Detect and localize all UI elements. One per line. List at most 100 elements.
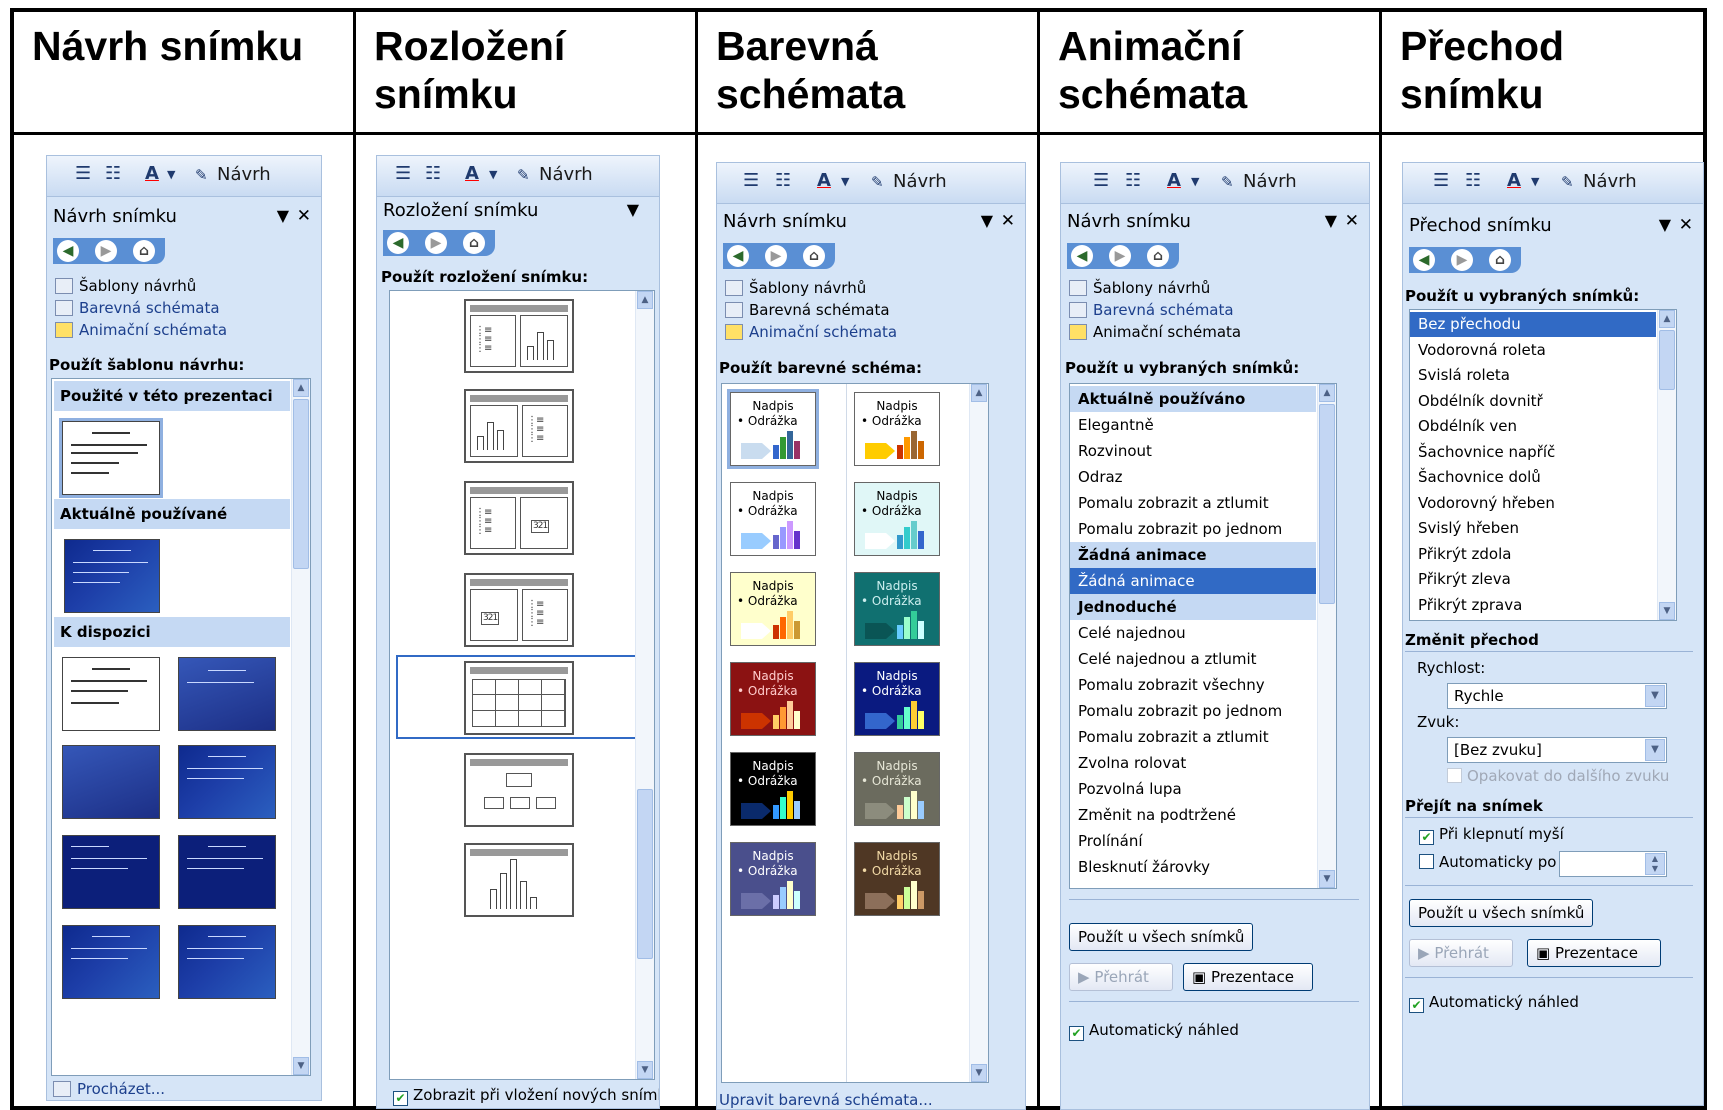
template-thumbnail[interactable]	[62, 925, 160, 999]
list-item[interactable]: Změnit na podtržené	[1070, 802, 1316, 828]
link-animation-schemes[interactable]: Animační schémata	[725, 323, 897, 341]
home-icon[interactable]: ⌂	[133, 240, 155, 262]
template-thumbnail[interactable]	[178, 657, 276, 731]
template-thumbnail[interactable]	[59, 418, 163, 498]
spinner-arrows-icon[interactable]: ▲ ▼	[1645, 853, 1665, 875]
list-item[interactable]: Šachovnice napříč	[1410, 440, 1656, 465]
link-design-templates[interactable]: Šablony návrhů	[1069, 279, 1210, 297]
browse-link[interactable]: Procházet...	[53, 1080, 165, 1098]
list-item[interactable]: Obdélník dovnitř	[1410, 389, 1656, 414]
scroll-thumb[interactable]	[1659, 330, 1675, 390]
color-scheme-thumbnail[interactable]: Nadpis • Odrážka	[854, 752, 940, 826]
autopreview-checkbox[interactable]: ✔ Automatický náhled	[1069, 1021, 1239, 1041]
scroll-up-icon[interactable]: ▲	[293, 379, 309, 397]
home-icon[interactable]: ⌂	[463, 232, 485, 254]
forward-icon[interactable]: ▶	[1109, 245, 1131, 267]
auto-after-checkbox[interactable]: Automaticky po	[1419, 853, 1556, 871]
list-item[interactable]: Přikrýt zleva	[1410, 567, 1656, 592]
list-item[interactable]: Pomalu zobrazit všechny	[1070, 672, 1316, 698]
chevron-down-icon[interactable]: ▼	[841, 175, 849, 188]
layout-text-media[interactable]: ⋮≡ ⋮≡ ⋮≡ 321	[464, 481, 574, 555]
checkbox-icon[interactable]: ✔	[1409, 998, 1424, 1013]
design-toolbar-button[interactable]: Návrh	[893, 171, 947, 192]
close-icon[interactable]: ✕	[1679, 215, 1693, 235]
pane-menu-icon[interactable]: ▼	[1325, 211, 1337, 230]
color-scheme-thumbnail[interactable]: Nadpis • Odrážka	[854, 662, 940, 736]
font-color-icon[interactable]: A	[145, 163, 159, 184]
vertical-scrollbar[interactable]: ▲ ▼	[1657, 310, 1676, 620]
slideshow-button[interactable]: ▣ Prezentace	[1527, 939, 1661, 967]
scroll-up-icon[interactable]: ▲	[1659, 310, 1675, 328]
list-item[interactable]: Vodorovný hřeben	[1410, 491, 1656, 516]
font-color-icon[interactable]: A	[1167, 170, 1181, 191]
increase-indent-icon[interactable]: ☷	[1125, 170, 1141, 191]
scroll-down-icon[interactable]: ▼	[971, 1064, 987, 1082]
play-button[interactable]: ▶ Přehrát	[1069, 963, 1173, 991]
link-animation-schemes[interactable]: Animační schémata	[55, 321, 227, 339]
decrease-indent-icon[interactable]: ☰	[75, 163, 91, 184]
link-design-templates[interactable]: Šablony návrhů	[725, 279, 866, 297]
list-item[interactable]: Celé najednou	[1070, 620, 1316, 646]
scroll-down-icon[interactable]: ▼	[637, 1061, 653, 1079]
scroll-down-icon[interactable]: ▼	[293, 1057, 309, 1075]
chevron-down-icon[interactable]: ▼	[167, 168, 175, 181]
decrease-indent-icon[interactable]: ☰	[743, 170, 759, 191]
layout-chart[interactable]	[464, 843, 574, 917]
layout-media-text[interactable]: 321 ⋮≡ ⋮≡ ⋮≡	[464, 573, 574, 647]
on-click-checkbox[interactable]: ✔ Při klepnutí myší	[1419, 825, 1564, 845]
list-item[interactable]: Přikrýt zdola	[1410, 542, 1656, 567]
color-scheme-thumbnail[interactable]: Nadpis • Odrážka	[854, 842, 940, 916]
layout-table[interactable]	[464, 661, 574, 735]
chevron-down-icon[interactable]: ▼	[1645, 685, 1665, 707]
vertical-scrollbar[interactable]: ▲ ▼	[291, 379, 310, 1075]
scroll-down-icon[interactable]: ▼	[1319, 870, 1335, 888]
list-item[interactable]: Pozvolná lupa	[1070, 776, 1316, 802]
font-color-icon[interactable]: A	[1507, 170, 1521, 191]
design-toolbar-button[interactable]: Návrh	[539, 164, 593, 185]
home-icon[interactable]: ⌂	[803, 245, 825, 267]
pane-menu-icon[interactable]: ▼	[1659, 215, 1671, 234]
list-item[interactable]: Svislý hřeben	[1410, 516, 1656, 541]
checkbox-icon[interactable]: ✔	[1419, 830, 1434, 845]
decrease-indent-icon[interactable]: ☰	[1433, 170, 1449, 191]
chevron-down-icon[interactable]: ▼	[1531, 175, 1539, 188]
list-item[interactable]: Šachovnice dolů	[1410, 465, 1656, 490]
color-scheme-thumbnail[interactable]: Nadpis • Odrážka	[854, 392, 940, 466]
list-item[interactable]: Přikrýt zprava	[1410, 593, 1656, 618]
close-icon[interactable]: ✕	[1345, 211, 1359, 231]
back-icon[interactable]: ◀	[387, 232, 409, 254]
list-item[interactable]: Blesknutí žárovky	[1070, 854, 1316, 880]
pane-menu-icon[interactable]: ▼	[981, 211, 993, 230]
vertical-scrollbar[interactable]: ▲ ▼	[969, 384, 988, 1082]
font-color-icon[interactable]: A	[465, 163, 479, 184]
pane-menu-icon[interactable]: ▼	[277, 206, 289, 225]
decrease-indent-icon[interactable]: ☰	[1093, 170, 1109, 191]
template-thumbnail[interactable]	[178, 745, 276, 819]
slideshow-button[interactable]: ▣ Prezentace	[1183, 963, 1313, 991]
auto-after-spinner[interactable]: ▲ ▼	[1559, 851, 1667, 877]
chevron-down-icon[interactable]: ▼	[1645, 739, 1665, 761]
scroll-thumb[interactable]	[637, 789, 653, 959]
sound-select[interactable]: [Bez zvuku] ▼	[1447, 737, 1667, 763]
list-item[interactable]: Pomalu zobrazit po jednom	[1070, 516, 1316, 542]
color-scheme-thumbnail[interactable]: Nadpis • Odrážka	[730, 842, 816, 916]
list-item[interactable]: Rozvinout	[1070, 438, 1316, 464]
checkbox-icon[interactable]	[1419, 854, 1434, 869]
list-item[interactable]: Elegantně	[1070, 412, 1316, 438]
chevron-down-icon[interactable]: ▼	[489, 168, 497, 181]
close-icon[interactable]: ✕	[297, 206, 311, 226]
link-design-templates[interactable]: Šablony návrhů	[55, 277, 196, 295]
apply-all-button[interactable]: Použít u všech snímků	[1069, 923, 1254, 951]
template-thumbnail[interactable]	[64, 539, 160, 613]
color-scheme-thumbnail[interactable]: Nadpis • Odrážka	[854, 482, 940, 556]
template-thumbnail[interactable]	[178, 835, 276, 909]
checkbox-icon[interactable]: ✔	[393, 1091, 408, 1106]
increase-indent-icon[interactable]: ☷	[1465, 170, 1481, 191]
list-item[interactable]: Pomalu zobrazit a ztlumit	[1070, 724, 1316, 750]
close-icon[interactable]: ✕	[1001, 211, 1015, 231]
scroll-up-icon[interactable]: ▲	[1319, 384, 1335, 402]
list-item[interactable]: Obdélník ven	[1410, 414, 1656, 439]
speed-select[interactable]: Rychle ▼	[1447, 683, 1667, 709]
back-icon[interactable]: ◀	[727, 245, 749, 267]
template-thumbnail[interactable]	[62, 835, 160, 909]
